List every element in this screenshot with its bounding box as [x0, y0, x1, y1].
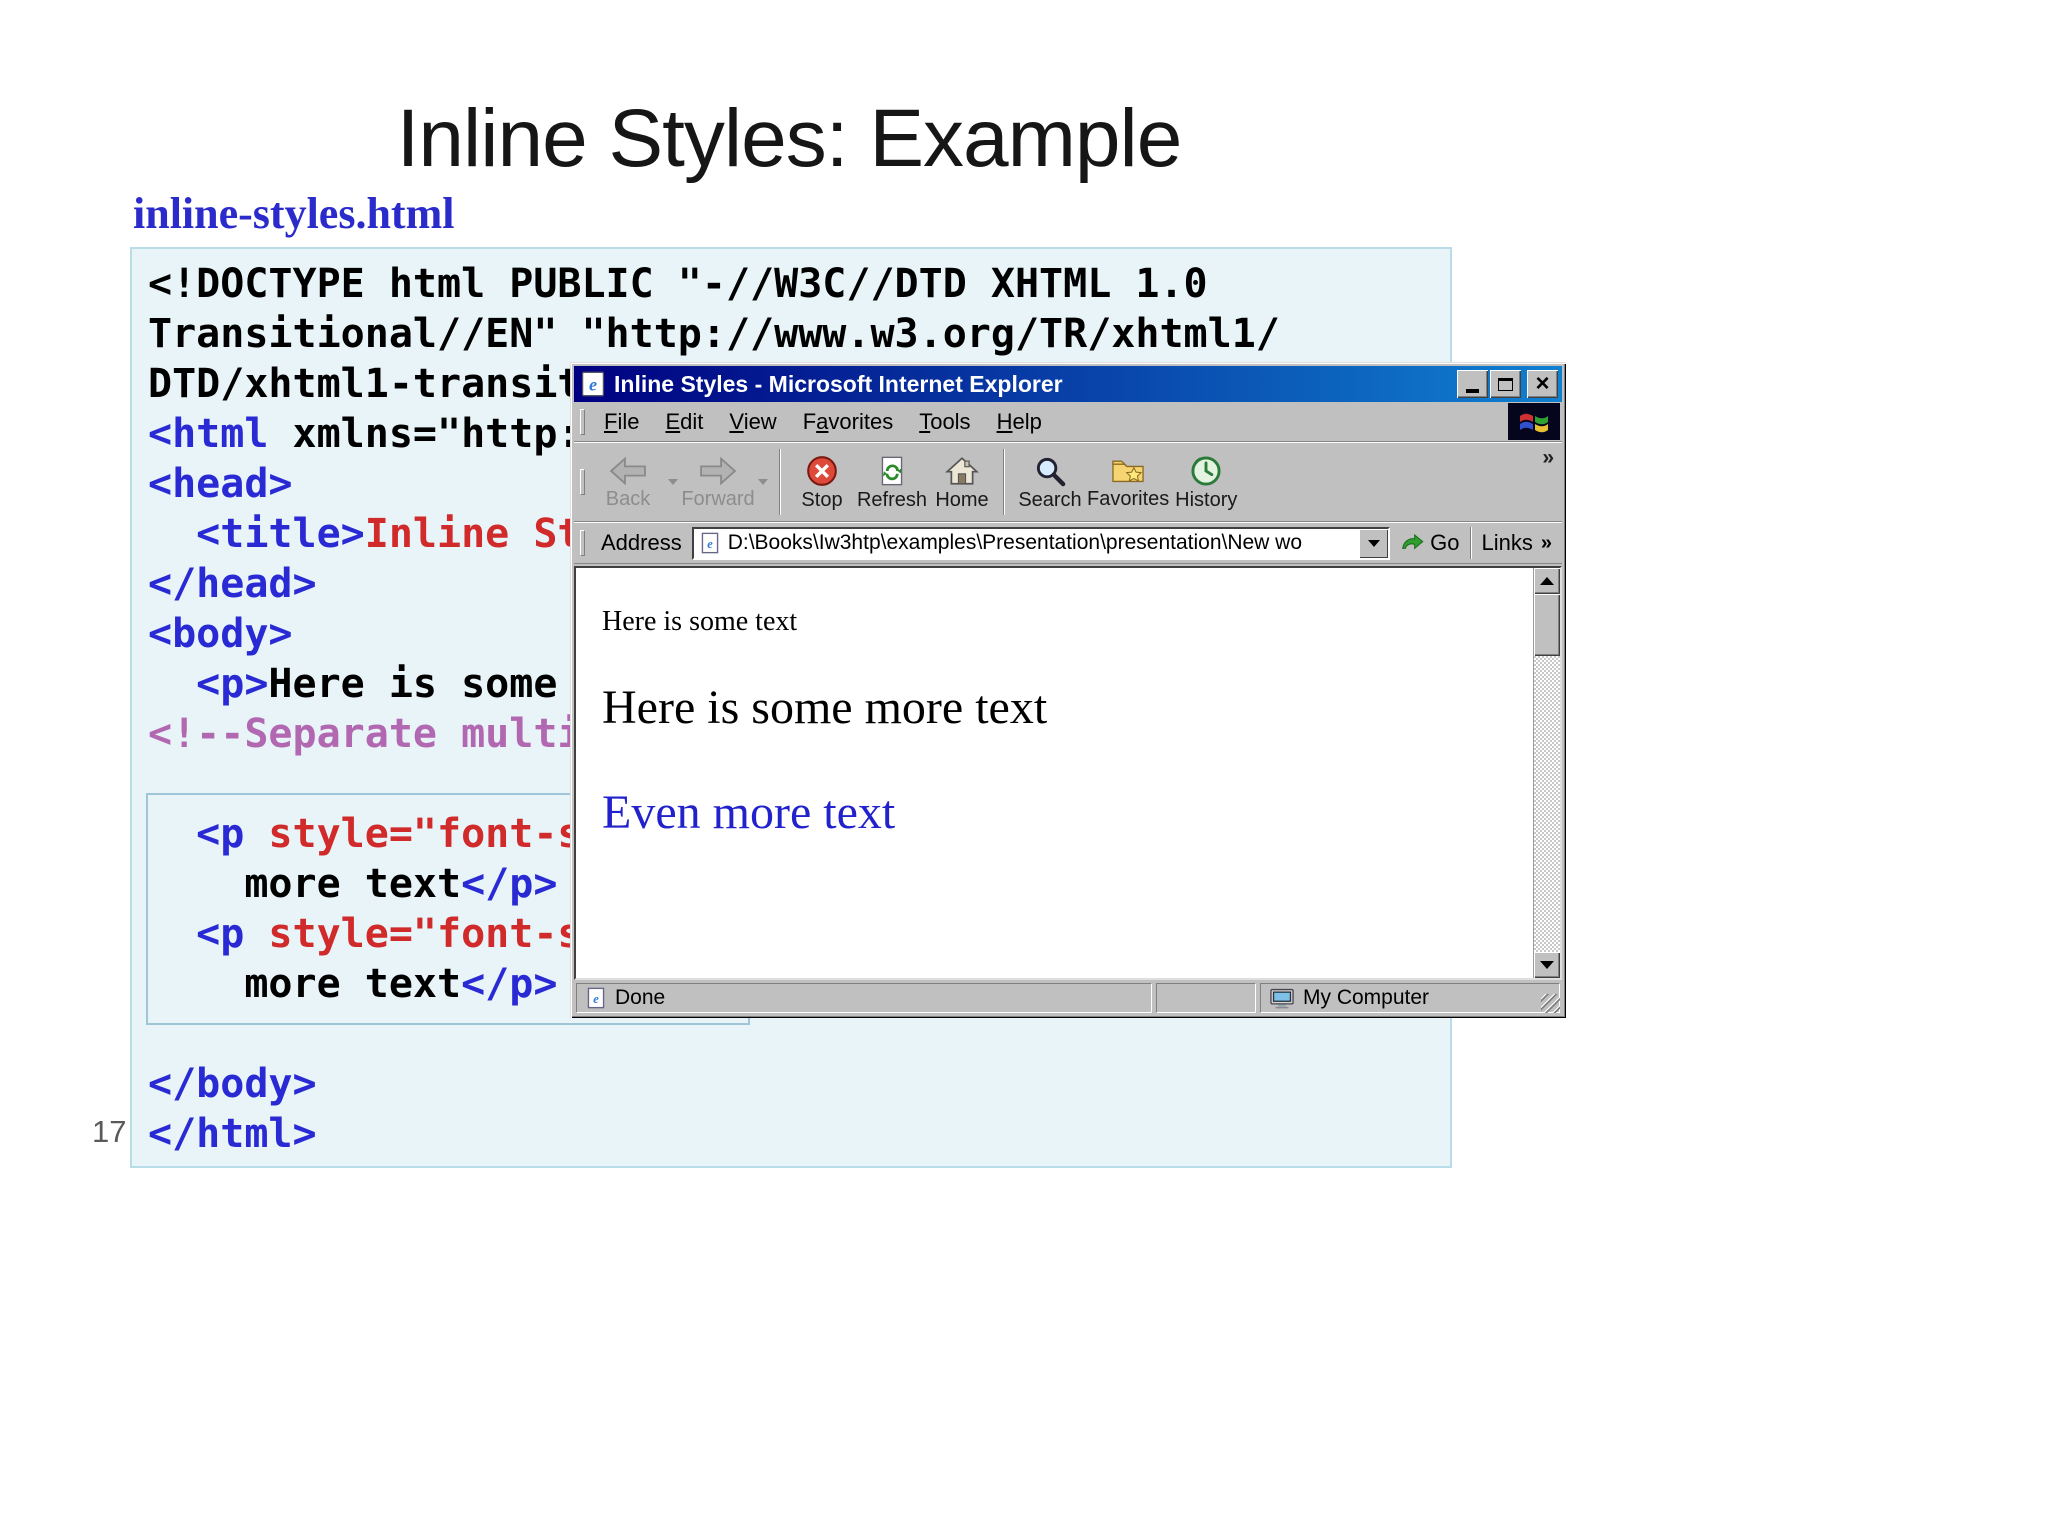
- toolbar-separator: [779, 449, 781, 515]
- content-line-3: Even more text: [602, 785, 1523, 840]
- menu-bar: FileEditViewFavoritesToolsHelp: [574, 402, 1562, 442]
- content-line-2: Here is some more text: [602, 680, 1523, 735]
- maximize-icon: [1498, 378, 1513, 391]
- svg-text:e: e: [593, 992, 599, 1006]
- svg-text:e: e: [589, 375, 597, 395]
- status-bar: e Done My Computer: [574, 980, 1562, 1014]
- address-value: D:\Books\Iw3htp\examples\Presentation\pr…: [728, 531, 1352, 555]
- links-overflow-chevron: »: [1541, 532, 1552, 555]
- filename-label: inline-styles.html: [133, 188, 454, 239]
- chevron-down-icon: [1368, 540, 1380, 547]
- code-line: Transitional//EN" "http://www.w3.org/TR/…: [148, 309, 1450, 359]
- browser-window: e Inline Styles - Microsoft Internet Exp…: [570, 362, 1566, 1018]
- menu-item-edit[interactable]: Edit: [652, 404, 716, 440]
- search-icon: [1034, 455, 1066, 487]
- code-line: </html>: [148, 1109, 1450, 1159]
- toolbar-drag-handle[interactable]: [580, 469, 585, 495]
- search-button[interactable]: Search: [1013, 445, 1087, 519]
- addressbar-separator: [1470, 527, 1472, 559]
- favorites-icon: [1111, 456, 1145, 486]
- status-pane-zone: My Computer: [1260, 983, 1560, 1013]
- svg-text:e: e: [707, 537, 713, 551]
- toolbar-separator: [1003, 449, 1005, 515]
- go-icon: [1400, 533, 1424, 553]
- toolbar: Back Forward Stop Refr: [574, 442, 1562, 522]
- scroll-down-button[interactable]: [1534, 952, 1560, 978]
- go-label: Go: [1430, 530, 1459, 556]
- code-line: <!DOCTYPE html PUBLIC "-//W3C//DTD XHTML…: [148, 259, 1450, 309]
- chevron-down-icon: [1540, 961, 1554, 969]
- go-button[interactable]: Go: [1400, 530, 1459, 556]
- page-icon: e: [699, 532, 721, 554]
- window-title: Inline Styles - Microsoft Internet Explo…: [614, 371, 1449, 398]
- links-label: Links: [1482, 530, 1533, 556]
- title-bar[interactable]: e Inline Styles - Microsoft Internet Exp…: [574, 366, 1562, 402]
- slide: Inline Styles: Example inline-styles.htm…: [0, 0, 2048, 1536]
- home-icon: [945, 455, 979, 487]
- status-pane-spacer: [1156, 983, 1256, 1013]
- ie-logo-icon: e: [580, 371, 606, 397]
- addressbar-drag-handle[interactable]: [580, 530, 585, 556]
- back-button[interactable]: Back: [591, 445, 665, 519]
- history-button[interactable]: History: [1169, 445, 1243, 519]
- menu-item-help[interactable]: Help: [984, 404, 1055, 440]
- menu-bar-items: FileEditViewFavoritesToolsHelp: [591, 404, 1055, 440]
- vertical-scrollbar[interactable]: [1533, 568, 1560, 978]
- close-icon: ×: [1535, 372, 1549, 396]
- minimize-icon: [1466, 389, 1479, 393]
- menu-item-tools[interactable]: Tools: [906, 404, 983, 440]
- scrollbar-track[interactable]: [1534, 656, 1560, 952]
- toolbar-overflow-chevron[interactable]: »: [1542, 446, 1554, 470]
- stop-icon: [806, 455, 838, 487]
- menu-item-view[interactable]: View: [716, 404, 789, 440]
- chevron-down-icon: [758, 479, 768, 485]
- menu-drag-handle[interactable]: [580, 409, 585, 435]
- chevron-up-icon: [1540, 577, 1554, 585]
- page-number: 17: [92, 1114, 126, 1150]
- window-controls: ×: [1457, 370, 1558, 398]
- status-pane-main: e Done: [576, 983, 1152, 1013]
- scroll-up-button[interactable]: [1534, 568, 1560, 594]
- refresh-button[interactable]: Refresh: [855, 445, 929, 519]
- windows-flag-logo-icon: [1508, 403, 1560, 440]
- scrollbar-thumb[interactable]: [1534, 594, 1560, 656]
- menu-item-favorites[interactable]: Favorites: [790, 404, 907, 440]
- browser-content: Here is some text Here is some more text…: [574, 566, 1562, 980]
- forward-dropdown[interactable]: [755, 445, 771, 519]
- code-line: </body>: [148, 1059, 1450, 1109]
- forward-icon: [698, 456, 738, 486]
- chevron-down-icon: [668, 479, 678, 485]
- back-icon: [608, 456, 648, 486]
- address-input[interactable]: e D:\Books\Iw3htp\examples\Presentation\…: [692, 527, 1390, 560]
- rendered-page: Here is some text Here is some more text…: [576, 568, 1533, 978]
- menu-item-file[interactable]: File: [591, 404, 652, 440]
- back-dropdown[interactable]: [665, 445, 681, 519]
- my-computer-icon: [1269, 987, 1295, 1009]
- forward-button[interactable]: Forward: [681, 445, 755, 519]
- slide-title: Inline Styles: Example: [0, 92, 2048, 186]
- page-icon: e: [585, 987, 607, 1009]
- refresh-icon: [877, 455, 907, 487]
- links-button[interactable]: Links »: [1482, 530, 1552, 556]
- home-button[interactable]: Home: [929, 445, 995, 519]
- minimize-button[interactable]: [1457, 370, 1488, 398]
- status-zone-text: My Computer: [1303, 986, 1429, 1010]
- favorites-button[interactable]: Favorites: [1087, 445, 1169, 519]
- resize-grip[interactable]: [1541, 994, 1560, 1013]
- history-icon: [1190, 455, 1222, 487]
- maximize-button[interactable]: [1490, 370, 1521, 398]
- address-bar: Address e D:\Books\Iw3htp\examples\Prese…: [574, 522, 1562, 564]
- close-button[interactable]: ×: [1527, 370, 1558, 398]
- content-line-1: Here is some text: [602, 606, 1523, 638]
- status-text: Done: [615, 986, 665, 1010]
- address-dropdown-button[interactable]: [1359, 529, 1388, 558]
- address-label: Address: [601, 530, 682, 556]
- stop-button[interactable]: Stop: [789, 445, 855, 519]
